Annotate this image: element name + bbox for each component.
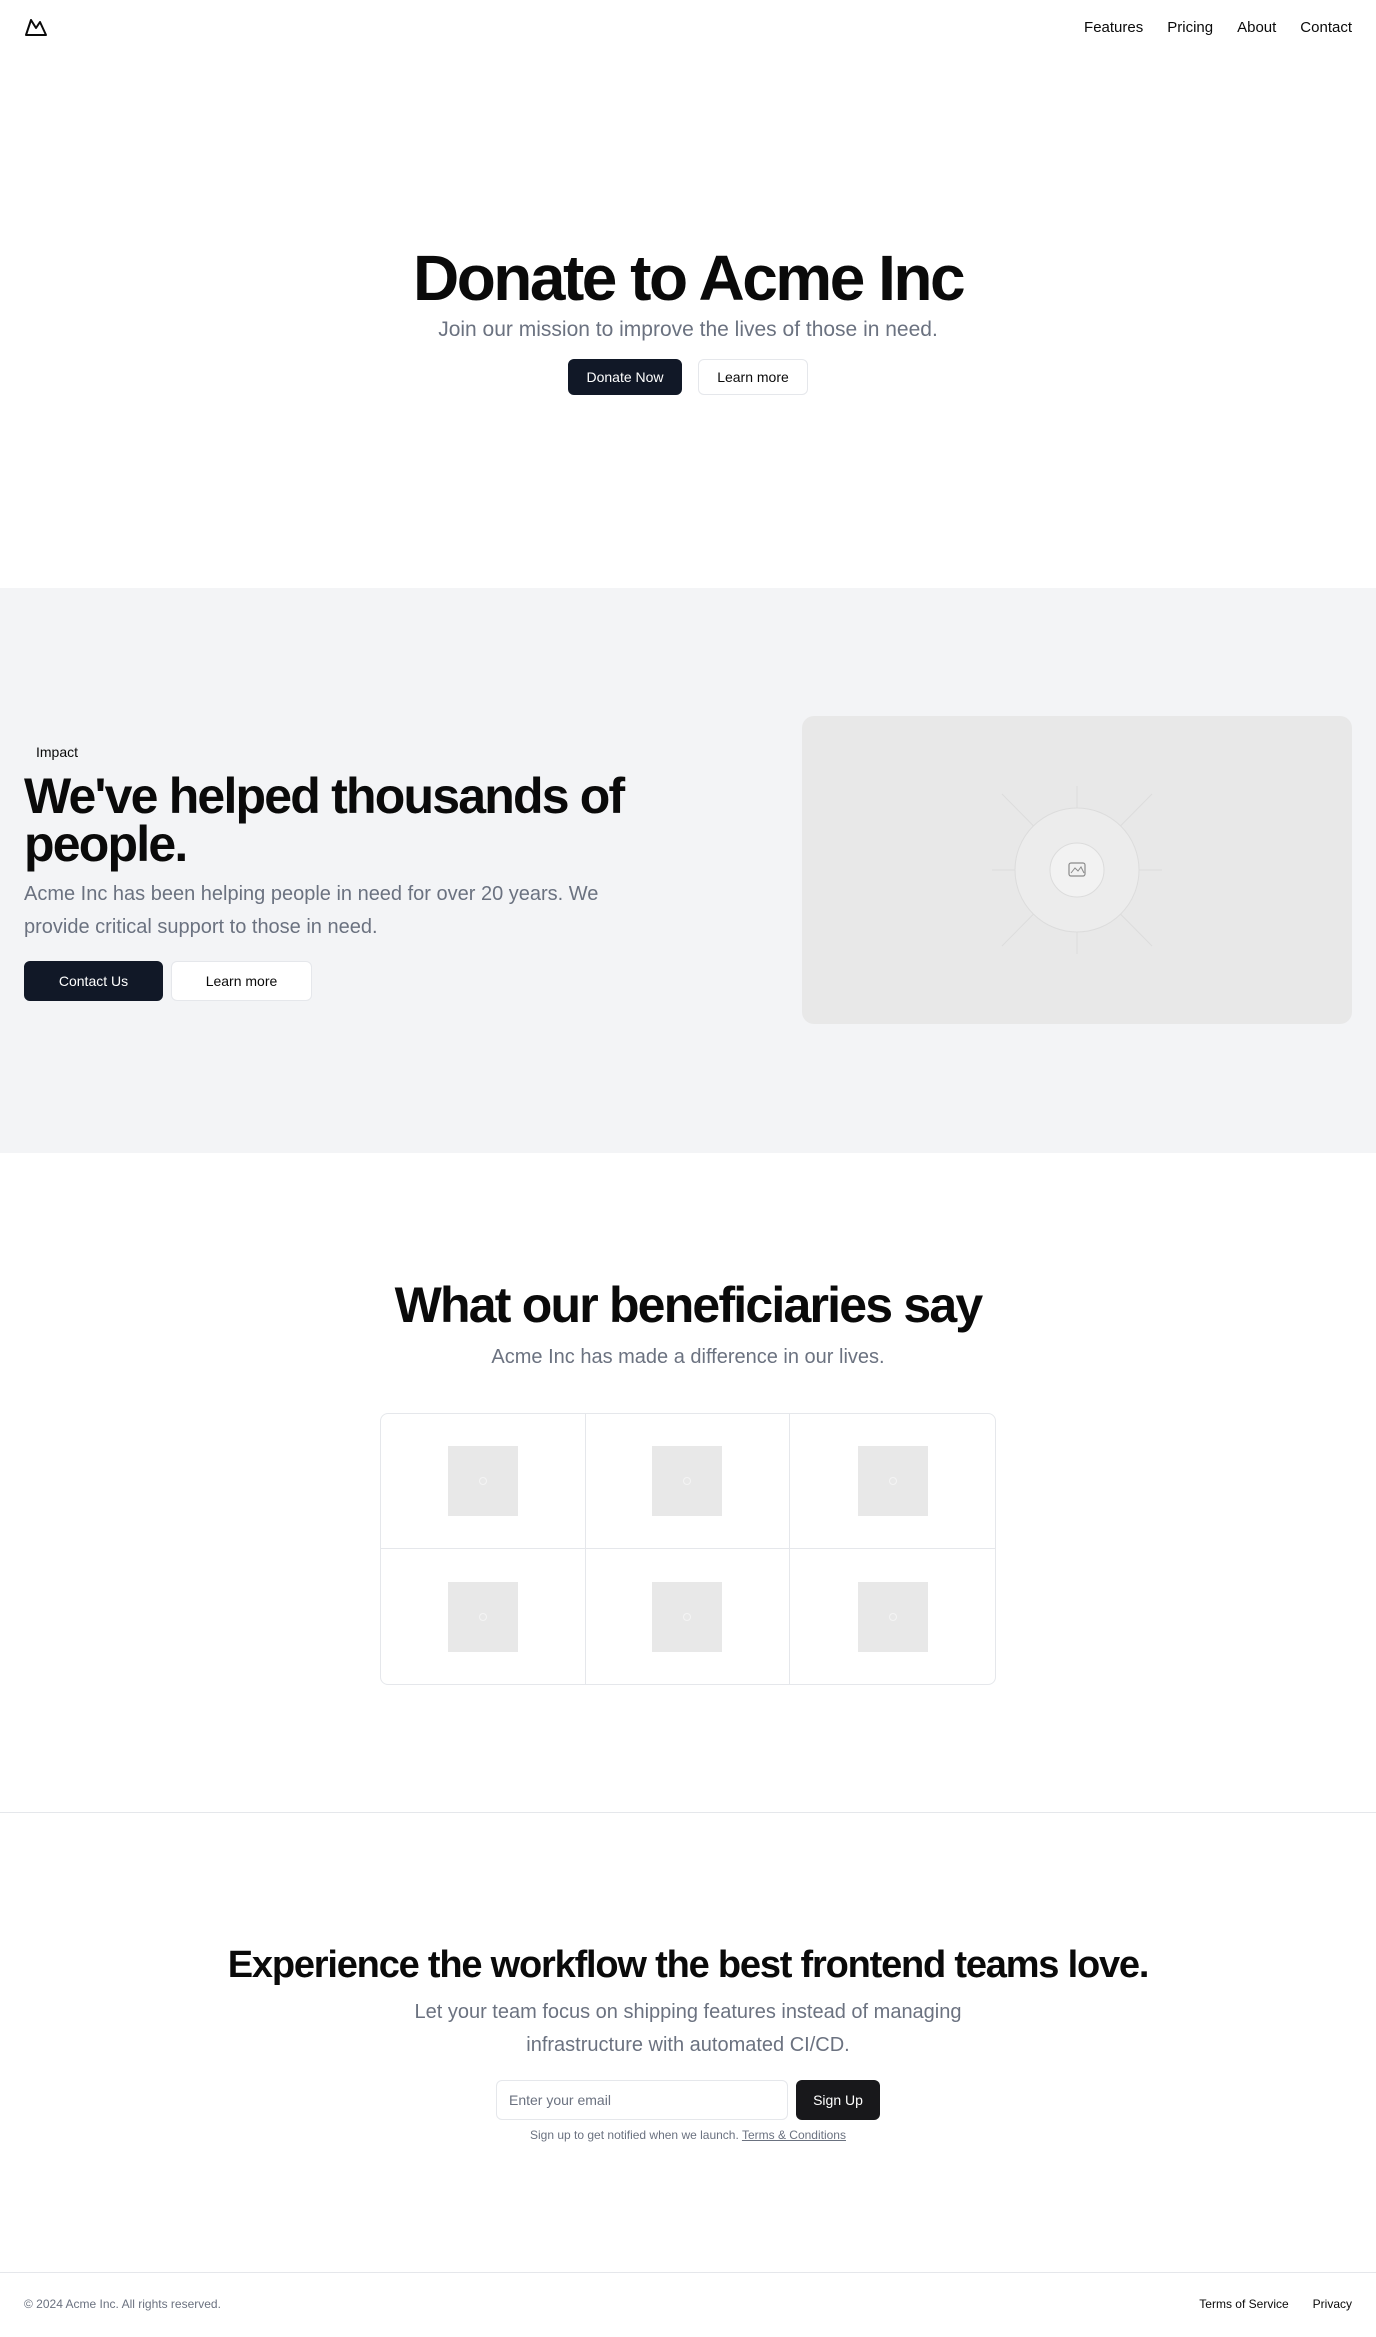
testimonials-title: What our beneficiaries say bbox=[394, 1277, 984, 1333]
footer-links: Terms of Service Privacy bbox=[1199, 2297, 1352, 2311]
learn-more-button[interactable]: Learn more bbox=[698, 359, 808, 395]
email-input[interactable] bbox=[496, 2080, 788, 2120]
logo-cell bbox=[790, 1549, 995, 1684]
impact-learn-more-button[interactable]: Learn more bbox=[171, 961, 312, 1001]
image-placeholder-icon bbox=[992, 786, 1162, 954]
nav-link-about[interactable]: About bbox=[1237, 18, 1276, 38]
site-footer: © 2024 Acme Inc. All rights reserved. Te… bbox=[0, 2272, 1376, 2337]
hero-title: Donate to Acme Inc bbox=[412, 242, 966, 314]
testimonials-subtitle: Acme Inc has made a difference in our li… bbox=[491, 1346, 885, 1368]
signup-subtitle: Let your team focus on shipping features… bbox=[414, 2001, 962, 2056]
signup-form: Sign Up bbox=[496, 2080, 880, 2120]
hero-buttons: Donate Now Learn more bbox=[0, 359, 1376, 395]
logo-grid bbox=[380, 1413, 996, 1685]
terms-link[interactable]: Terms & Conditions bbox=[742, 2128, 846, 2142]
logo-placeholder-icon bbox=[652, 1581, 723, 1652]
signup-note-text: Sign up to get notified when we launch. bbox=[530, 2128, 739, 2142]
hero-section: Donate to Acme Inc Join our mission to i… bbox=[0, 56, 1376, 588]
impact-description: Acme Inc has been helping people in need… bbox=[24, 883, 599, 938]
signup-title: Experience the workflow the best fronten… bbox=[227, 1944, 1150, 1986]
logo-placeholder-icon bbox=[447, 1446, 518, 1516]
logo-cell bbox=[586, 1549, 791, 1684]
impact-image-placeholder bbox=[802, 716, 1352, 1024]
logo-cell bbox=[381, 1414, 586, 1549]
logo-cell bbox=[790, 1414, 995, 1549]
sign-up-button[interactable]: Sign Up bbox=[796, 2080, 880, 2120]
mountain-icon[interactable] bbox=[24, 17, 48, 37]
site-header: Features Pricing About Contact bbox=[0, 0, 1376, 56]
copyright-text: © 2024 Acme Inc. All rights reserved. bbox=[24, 2297, 221, 2311]
nav-link-pricing[interactable]: Pricing bbox=[1167, 18, 1213, 38]
logo-placeholder-icon bbox=[652, 1446, 723, 1516]
signup-note: Sign up to get notified when we launch. … bbox=[0, 2127, 1376, 2143]
privacy-link[interactable]: Privacy bbox=[1313, 2297, 1352, 2311]
testimonials-section: What our beneficiaries say Acme Inc has … bbox=[0, 1153, 1376, 1813]
terms-of-service-link[interactable]: Terms of Service bbox=[1199, 2297, 1288, 2311]
impact-buttons: Contact Us Learn more bbox=[24, 961, 312, 1001]
impact-title: We've helped thousands of people. bbox=[24, 768, 625, 872]
nav-link-contact[interactable]: Contact bbox=[1300, 18, 1352, 38]
contact-us-button[interactable]: Contact Us bbox=[24, 961, 163, 1001]
donate-now-button[interactable]: Donate Now bbox=[568, 359, 682, 395]
impact-badge: Impact bbox=[24, 742, 91, 762]
main-nav: Features Pricing About Contact bbox=[1084, 18, 1352, 38]
signup-section: Experience the workflow the best fronten… bbox=[0, 1813, 1376, 2273]
nav-link-features[interactable]: Features bbox=[1084, 18, 1143, 38]
logo-placeholder-icon bbox=[447, 1581, 518, 1652]
hero-subtitle: Join our mission to improve the lives of… bbox=[438, 318, 938, 341]
logo-cell bbox=[381, 1549, 586, 1684]
impact-section: Impact We've helped thousands of people.… bbox=[0, 588, 1376, 1153]
logo-placeholder-icon bbox=[857, 1581, 928, 1652]
logo-cell bbox=[585, 1414, 791, 1549]
logo-placeholder-icon bbox=[857, 1446, 928, 1516]
